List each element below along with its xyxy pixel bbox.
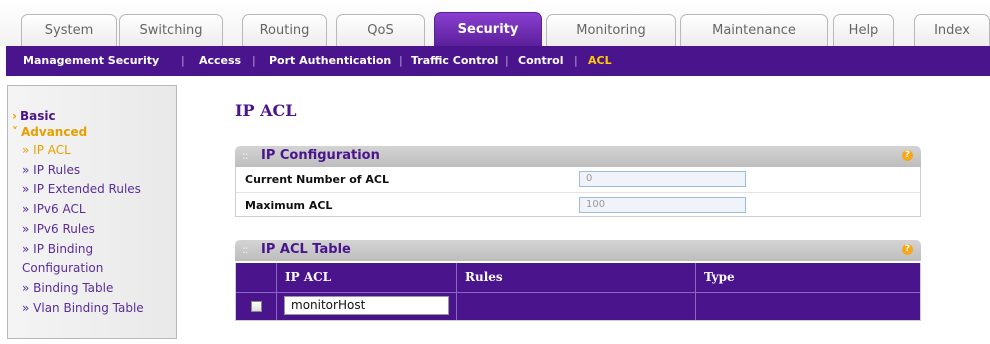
cell-type [695, 292, 920, 320]
sidebar-item-ipv6-acl[interactable]: » IPv6 ACL [22, 202, 86, 216]
tab-routing[interactable]: Routing [242, 14, 327, 46]
sidebar-item-ipv6-rules[interactable]: » IPv6 Rules [22, 222, 95, 236]
subnav-acl[interactable]: ACL [588, 46, 612, 76]
subnav-management-security[interactable]: Management Security [23, 46, 159, 76]
drag-handle-icon: :: [242, 149, 249, 162]
subnav-traffic-control[interactable]: Traffic Control [411, 46, 498, 76]
cell-rules [456, 292, 695, 320]
help-icon[interactable]: ? [902, 150, 913, 161]
tab-security[interactable]: Security [434, 12, 542, 46]
subnav-separator: | [252, 54, 256, 67]
sidebar-item-ip-rules[interactable]: » IP Rules [22, 163, 80, 177]
config-row-current-acl: Current Number of ACL 0 [236, 167, 920, 192]
subnav-separator: | [399, 54, 403, 67]
tab-monitoring[interactable]: Monitoring [546, 14, 676, 46]
table-row: monitorHost [236, 292, 920, 320]
tab-help[interactable]: Help [833, 14, 894, 46]
current-number-of-acl-label: Current Number of ACL [245, 173, 389, 186]
ip-acl-table: IP ACL Rules Type monitorHost [235, 263, 921, 321]
sidebar-advanced-label: Advanced [21, 125, 88, 139]
subnav-port-authentication[interactable]: Port Authentication [269, 46, 391, 76]
page-title: IP ACL [235, 101, 297, 120]
sidebar-item-ip-acl[interactable]: » IP ACL [22, 143, 71, 157]
left-nav-menu: › Basic ˅ Advanced » IP ACL » IP Rules » I… [7, 85, 177, 339]
ip-configuration-title: IP Configuration [261, 148, 380, 163]
column-header-ip-acl: IP ACL [276, 263, 456, 292]
ip-configuration-header: :: IP Configuration ? [235, 146, 921, 167]
sidebar-item-ip-extended-rules[interactable]: » IP Extended Rules [22, 182, 141, 196]
ip-acl-table-header: :: IP ACL Table ? [235, 240, 921, 261]
row-select-checkbox[interactable] [251, 301, 262, 312]
current-number-of-acl-value: 0 [579, 171, 746, 187]
ip-configuration-body: Current Number of ACL 0 Maximum ACL 100 [235, 167, 921, 217]
sidebar-item-vlan-binding-table[interactable]: » Vlan Binding Table [22, 301, 144, 315]
subnav-separator: | [505, 54, 509, 67]
tab-system[interactable]: System [21, 14, 117, 46]
ip-acl-name-input[interactable]: monitorHost [284, 296, 449, 315]
tab-switching[interactable]: Switching [119, 14, 223, 46]
column-header-rules: Rules [456, 263, 695, 292]
sidebar-advanced[interactable]: ˅ Advanced [12, 125, 87, 139]
sidebar-item-ip-binding[interactable]: » IP Binding [22, 242, 93, 256]
subnav-separator: | [181, 54, 185, 67]
chevron-down-icon: ˅ [12, 125, 18, 139]
tab-maintenance[interactable]: Maintenance [680, 14, 828, 46]
tab-qos[interactable]: QoS [336, 14, 425, 46]
main-tab-bar: System Switching Routing QoS Security Mo… [0, 0, 990, 46]
sidebar-basic-label: Basic [19, 109, 56, 123]
help-icon[interactable]: ? [902, 244, 913, 255]
table-header-row: IP ACL Rules Type [236, 263, 920, 293]
sidebar-item-binding-table[interactable]: » Binding Table [22, 281, 113, 295]
subnav-control[interactable]: Control [518, 46, 563, 76]
config-row-maximum-acl: Maximum ACL 100 [236, 192, 920, 218]
drag-handle-icon: :: [242, 243, 249, 256]
subnav-access[interactable]: Access [199, 46, 241, 76]
chevron-right-icon: › [12, 109, 17, 123]
maximum-acl-label: Maximum ACL [245, 199, 333, 212]
security-subnav: Management Security | Access | Port Auth… [6, 46, 990, 76]
column-header-type: Type [695, 263, 920, 292]
maximum-acl-value: 100 [579, 197, 746, 213]
ip-acl-table-title: IP ACL Table [261, 242, 351, 257]
tab-index[interactable]: Index [914, 14, 990, 46]
subnav-separator: | [574, 54, 578, 67]
sidebar-item-ip-binding-configuration[interactable]: Configuration [22, 261, 103, 275]
sidebar-basic[interactable]: › Basic [12, 109, 56, 123]
